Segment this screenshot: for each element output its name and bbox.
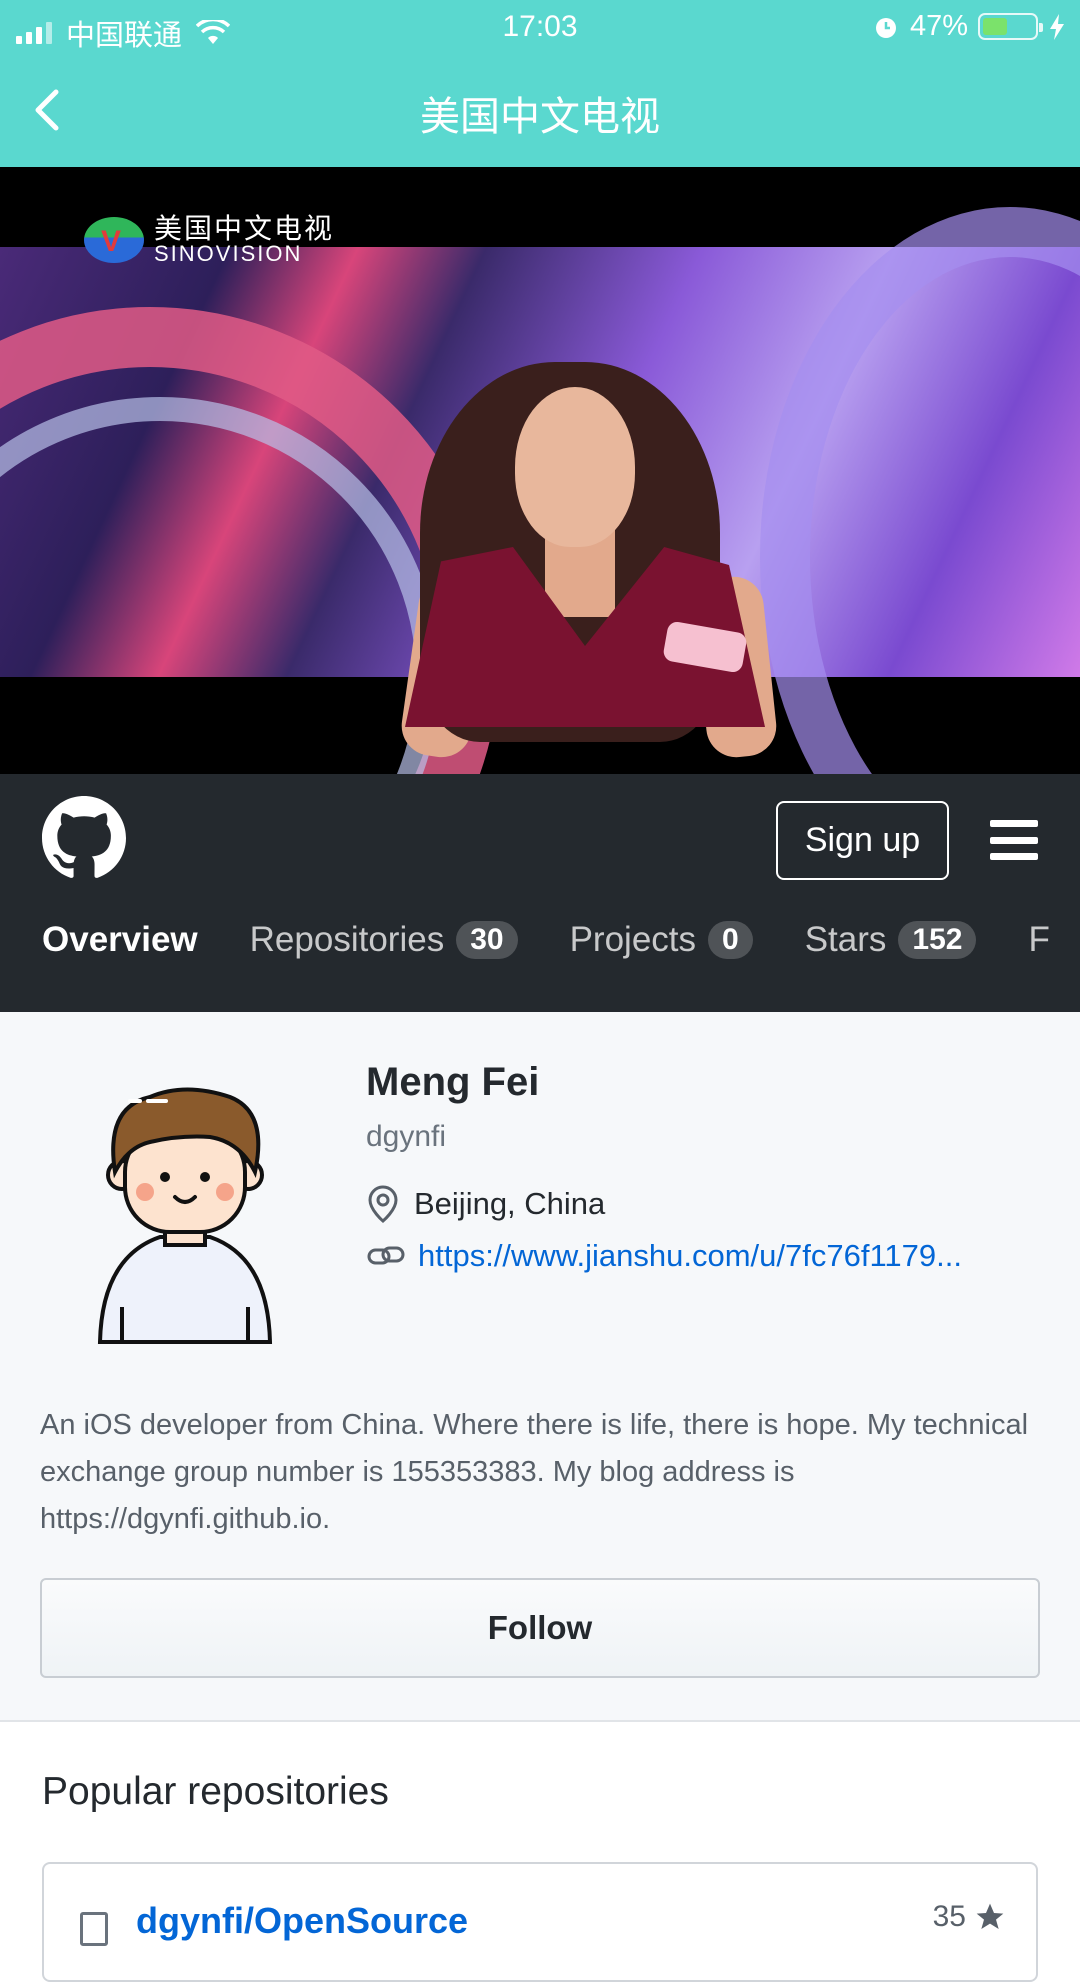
tab-label: Overview: [42, 920, 198, 959]
charging-icon: [1050, 13, 1064, 40]
profile-bio: An iOS developer from China. Where there…: [40, 1409, 1029, 1535]
tab-repositories[interactable]: Repositories 30: [250, 920, 518, 960]
profile-section: Meng Fei dgynfi Beijing, China https://w…: [0, 1012, 1080, 1720]
github-header: Sign up Overview Repositories 30 Project…: [0, 774, 1080, 1012]
alarm-icon: [875, 17, 896, 38]
status-right: 47%: [872, 10, 1066, 43]
channel-logo: 美国中文电视 SINOVISION: [84, 215, 334, 265]
profile-login: dgynfi: [366, 1120, 447, 1153]
popular-heading: Popular repositories: [42, 1770, 389, 1813]
channel-logo-en: SINOVISION: [154, 241, 303, 266]
tab-label: Repositories: [249, 920, 445, 959]
tab-projects[interactable]: Projects 0: [570, 920, 753, 960]
hamburger-menu-icon[interactable]: [990, 820, 1038, 860]
nav-title: 美国中文电视: [420, 95, 660, 139]
repo-stars: 35: [933, 1900, 1006, 1934]
website-link[interactable]: https://www.jianshu.com/u/7fc76f1179...: [418, 1238, 962, 1274]
video-player[interactable]: 美国中文电视 SINOVISION: [0, 167, 1080, 774]
location-pin-icon: [368, 1185, 398, 1223]
profile-location: Beijing, China: [366, 1184, 605, 1224]
avatar: [97, 1087, 273, 1344]
channel-logo-cn: 美国中文电视: [154, 213, 335, 244]
battery-level: [983, 18, 1007, 35]
repo-card[interactable]: dgynfi/OpenSource 35: [42, 1862, 1038, 1982]
profile-name: Meng Fei: [366, 1060, 540, 1104]
status-bar: 中国联通 17:03 47%: [0, 0, 1080, 54]
tab-count-badge: 30: [456, 921, 518, 959]
video-frame: [0, 207, 1080, 774]
link-icon: [367, 1246, 405, 1265]
tab-label: Projects: [569, 920, 697, 959]
tab-count-badge: 152: [898, 921, 977, 959]
popular-repositories: Popular repositories dgynfi/OpenSource 3…: [0, 1720, 1080, 1982]
repo-icon: [80, 1912, 108, 1946]
tab-overview[interactable]: Overview: [42, 920, 198, 960]
profile-website[interactable]: https://www.jianshu.com/u/7fc76f1179...: [366, 1238, 962, 1274]
github-logo-icon[interactable]: [42, 796, 126, 880]
tab-count-badge: 0: [708, 921, 753, 959]
repo-name-link[interactable]: dgynfi/OpenSource: [136, 1900, 468, 1942]
repo-star-count: 35: [932, 1900, 966, 1933]
nav-bar: 美国中文电视: [0, 54, 1080, 167]
sinovision-logo-icon: [84, 217, 144, 263]
profile-tabs: Overview Repositories 30 Projects 0 Star…: [42, 920, 1080, 960]
battery-percent: 47%: [909, 10, 968, 42]
tab-overflow[interactable]: F: [1028, 920, 1049, 960]
battery-icon: [978, 13, 1043, 40]
tab-label: Stars: [804, 920, 887, 959]
follow-button[interactable]: Follow: [40, 1578, 1040, 1678]
location-text: Beijing, China: [414, 1186, 606, 1221]
sign-up-button[interactable]: Sign up: [776, 801, 949, 880]
tab-stars[interactable]: Stars 152: [805, 920, 977, 960]
star-icon: [976, 1903, 1004, 1929]
